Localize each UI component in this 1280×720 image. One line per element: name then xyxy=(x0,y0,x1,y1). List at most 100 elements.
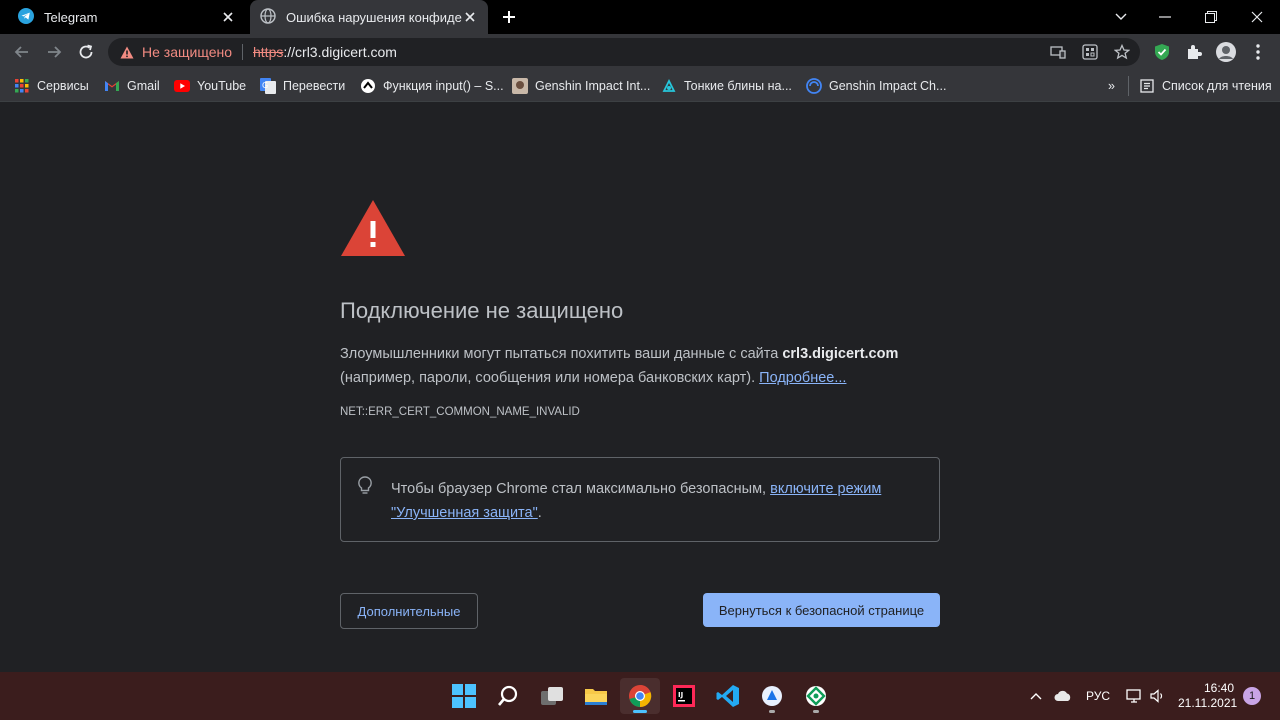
bookmark-pancakes[interactable]: Тонкие блины на... xyxy=(661,76,792,96)
volume-button[interactable] xyxy=(1150,672,1166,720)
bookmark-label: Gmail xyxy=(127,79,160,93)
running-indicator xyxy=(769,710,775,713)
tab-search-button[interactable] xyxy=(1098,0,1144,34)
close-window-button[interactable] xyxy=(1234,0,1280,34)
globe-icon xyxy=(260,7,276,27)
bookmark-label: YouTube xyxy=(197,79,247,93)
running-indicator xyxy=(813,710,819,713)
file-explorer-button[interactable] xyxy=(576,678,616,714)
gmail-icon xyxy=(104,78,120,94)
bookmarks-overflow-button[interactable]: » xyxy=(1108,76,1115,96)
clock-date: 21.11.2021 xyxy=(1178,696,1238,710)
minimize-icon xyxy=(1159,16,1171,18)
start-button[interactable] xyxy=(444,678,484,714)
youtube-icon xyxy=(174,78,190,94)
vscode-button[interactable] xyxy=(708,678,748,714)
show-hidden-icons-button[interactable] xyxy=(1030,672,1042,720)
page-title: Подключение не защищено xyxy=(340,298,624,323)
bookmark-services[interactable]: Сервисы xyxy=(14,76,89,96)
learn-more-link[interactable]: Подробнее... xyxy=(759,370,846,386)
bookmark-label: Тонкие блины на... xyxy=(684,79,792,93)
onedrive-button[interactable] xyxy=(1054,672,1072,720)
chevron-double-right-icon: » xyxy=(1108,79,1115,93)
new-tab-button[interactable] xyxy=(498,6,520,28)
lightbulb-icon xyxy=(357,476,373,501)
bookmark-genshin-ch[interactable]: Genshin Impact Ch... xyxy=(806,76,946,96)
bookmark-translate[interactable]: G Перевести xyxy=(260,76,345,96)
intellij-button[interactable]: IJ xyxy=(664,678,704,714)
svg-text:G: G xyxy=(262,81,268,90)
close-icon[interactable] xyxy=(220,9,236,25)
site-icon xyxy=(806,78,822,94)
back-to-safety-button[interactable]: Вернуться к безопасной странице xyxy=(703,593,940,627)
reading-list-button[interactable]: Список для чтения xyxy=(1128,76,1272,96)
divider xyxy=(242,44,243,60)
close-icon xyxy=(1251,11,1263,23)
windows-logo-icon xyxy=(452,684,476,708)
app-button-2[interactable] xyxy=(796,678,836,714)
clock-time: 16:40 xyxy=(1203,681,1234,695)
app-button[interactable] xyxy=(752,678,792,714)
url-scheme: https xyxy=(253,44,284,60)
task-view-button[interactable] xyxy=(532,678,572,714)
bookmark-label: Перевести xyxy=(283,79,346,93)
bookmark-input-function[interactable]: Функция input() – S... xyxy=(360,76,504,96)
minimize-button[interactable] xyxy=(1142,0,1188,34)
restore-button[interactable] xyxy=(1188,0,1234,34)
translate-icon: G xyxy=(260,78,276,94)
site-icon xyxy=(360,78,376,94)
profile-avatar-button[interactable] xyxy=(1212,38,1240,66)
chrome-taskbar-button[interactable] xyxy=(620,678,660,714)
search-icon xyxy=(498,685,518,706)
site-icon xyxy=(512,78,528,94)
speaker-icon xyxy=(1150,689,1163,703)
intellij-icon: IJ xyxy=(673,685,695,707)
adblock-extension-button[interactable] xyxy=(1148,38,1176,66)
advanced-button[interactable]: Дополнительные xyxy=(340,593,478,629)
reading-list-icon xyxy=(1139,78,1155,94)
apps-grid-icon xyxy=(14,78,30,94)
tab-privacy-error[interactable]: Ошибка нарушения конфиденц xyxy=(250,0,488,34)
description-text: (например, пароли, сообщения или номера … xyxy=(340,370,760,386)
extensions-button[interactable] xyxy=(1180,38,1208,66)
menu-button[interactable] xyxy=(1244,38,1272,66)
reading-list-label: Список для чтения xyxy=(1162,79,1272,93)
reload-button[interactable] xyxy=(72,38,100,66)
forward-button[interactable] xyxy=(40,38,68,66)
network-button[interactable] xyxy=(1126,672,1142,720)
warning-triangle-icon xyxy=(340,199,406,262)
star-icon[interactable] xyxy=(1110,42,1134,62)
vscode-icon xyxy=(716,685,739,707)
cast-icon[interactable] xyxy=(1046,42,1070,62)
notification-badge[interactable]: 1 xyxy=(1243,687,1261,705)
warning-triangle-icon[interactable] xyxy=(120,44,136,60)
bookmark-gmail[interactable]: Gmail xyxy=(104,76,160,96)
input-language-button[interactable]: РУС xyxy=(1086,672,1110,720)
app-icon xyxy=(806,686,826,706)
close-icon[interactable] xyxy=(462,9,478,25)
active-indicator xyxy=(633,710,647,713)
bookmark-genshin-int[interactable]: Genshin Impact Int... xyxy=(512,76,650,96)
address-bar[interactable]: Не защищено https ://crl3.digicert.com xyxy=(108,38,1140,66)
shield-icon xyxy=(1155,44,1169,60)
security-status-label[interactable]: Не защищено xyxy=(142,44,232,60)
tip-text-part: Чтобы браузер Chrome стал максимально бе… xyxy=(391,481,771,497)
taskbar: IJ РУС 16:40 21.11.2021 1 xyxy=(0,672,1280,720)
error-description: Злоумышленники могут пытаться похитить в… xyxy=(340,342,940,390)
back-button[interactable] xyxy=(8,38,36,66)
bookmark-label: Genshin Impact Ch... xyxy=(829,79,947,93)
search-button[interactable] xyxy=(488,678,528,714)
svg-text:IJ: IJ xyxy=(678,691,683,699)
translate-page-icon[interactable] xyxy=(1078,42,1102,62)
kebab-menu-icon xyxy=(1256,44,1260,60)
bookmark-youtube[interactable]: YouTube xyxy=(174,76,246,96)
site-icon xyxy=(661,78,677,94)
bookmarks-bar: Сервисы Gmail YouTube G Перевести Функци… xyxy=(0,70,1280,102)
tab-telegram[interactable]: Telegram xyxy=(8,0,246,34)
task-view-icon xyxy=(541,687,563,705)
cloud-icon xyxy=(1054,690,1071,701)
clock[interactable]: 16:40 21.11.2021 xyxy=(1178,681,1238,711)
tip-text-end: . xyxy=(537,505,542,521)
bookmark-label: Функция input() – S... xyxy=(383,79,504,93)
puzzle-icon xyxy=(1188,45,1202,59)
